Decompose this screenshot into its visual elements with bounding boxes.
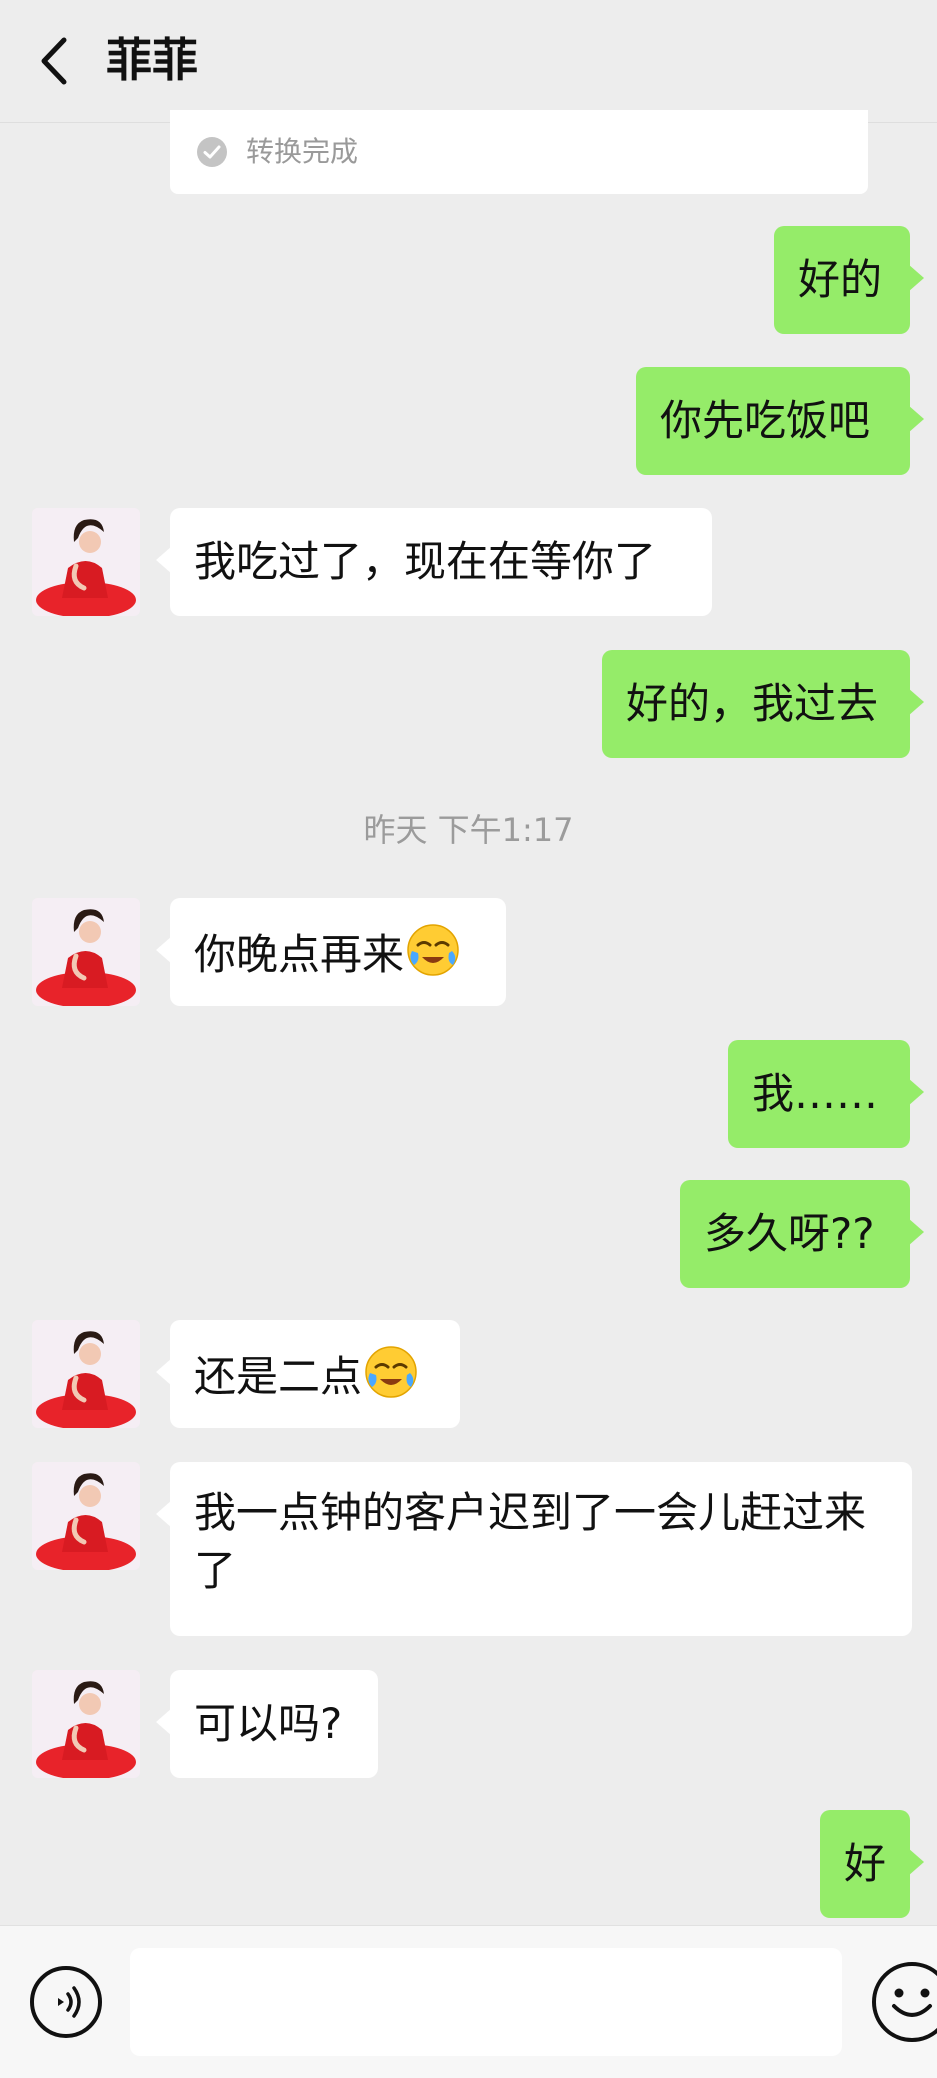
voice-icon[interactable] <box>28 1964 104 2040</box>
emoji-icon[interactable] <box>870 1960 937 2044</box>
chat-title: 菲菲 <box>106 33 198 87</box>
message-text: 还是二点 <box>194 1352 363 1401</box>
message-bubble-incoming[interactable]: 还是二点 <box>156 1320 460 1428</box>
message-text: 我…… <box>752 1069 879 1118</box>
message-bubble-outgoing[interactable]: 你先吃饭吧 <box>636 367 924 475</box>
message-bubble-outgoing[interactable]: 好 <box>820 1810 924 1918</box>
conversion-status-text: 转换完成 <box>246 135 359 168</box>
message-text: 我吃过了，现在在等你了 <box>194 537 657 586</box>
message-bubble-outgoing[interactable]: 好的 <box>774 226 924 334</box>
message-text: 好的，我过去 <box>626 679 879 728</box>
avatar[interactable] <box>32 1462 140 1570</box>
avatar-photo <box>32 1462 140 1570</box>
message-text: 好 <box>844 1839 887 1888</box>
message-bubble-outgoing[interactable]: 好的，我过去 <box>602 650 924 758</box>
message-content: 还是二点 <box>194 1320 436 1406</box>
message-bubble-incoming[interactable]: 我吃过了，现在在等你了 <box>156 508 712 616</box>
avatar-photo <box>32 508 140 616</box>
avatar-photo <box>32 1670 140 1778</box>
message-bubble-outgoing[interactable]: 多久呀?? <box>680 1180 924 1288</box>
message-input[interactable] <box>130 1948 842 2056</box>
chevron-left-icon[interactable] <box>36 34 72 88</box>
message-text: 我一点钟的客户迟到了一会儿赶过来了 <box>194 1488 867 1595</box>
avatar[interactable] <box>32 1320 140 1428</box>
avatar[interactable] <box>32 898 140 1006</box>
message-text: 可以吗? <box>194 1699 343 1748</box>
message-text: 你晚点再来 <box>194 930 405 979</box>
message-bubble-incoming[interactable]: 我一点钟的客户迟到了一会儿赶过来了 <box>156 1462 912 1636</box>
face-with-tears-emoji <box>407 924 459 976</box>
message-timestamp: 昨天 下午1:17 <box>363 811 574 849</box>
message-content: 你晚点再来 <box>194 898 482 984</box>
message-text: 你先吃饭吧 <box>660 396 871 445</box>
input-bar <box>0 1925 937 2078</box>
message-text: 多久呀?? <box>704 1209 875 1258</box>
chat-header: 菲菲 <box>0 0 937 123</box>
message-bubble-incoming[interactable]: 你晚点再来 <box>156 898 506 1006</box>
avatar[interactable] <box>32 1670 140 1778</box>
message-bubble-outgoing[interactable]: 我…… <box>728 1040 924 1148</box>
conversion-card: 转换完成 <box>170 110 868 194</box>
avatar-photo <box>32 898 140 1006</box>
message-bubble-incoming[interactable]: 可以吗? <box>156 1670 378 1778</box>
avatar-photo <box>32 1320 140 1428</box>
avatar[interactable] <box>32 508 140 616</box>
face-with-tears-emoji <box>365 1346 417 1398</box>
message-text: 好的 <box>798 255 883 304</box>
check-circle-icon <box>197 137 227 167</box>
